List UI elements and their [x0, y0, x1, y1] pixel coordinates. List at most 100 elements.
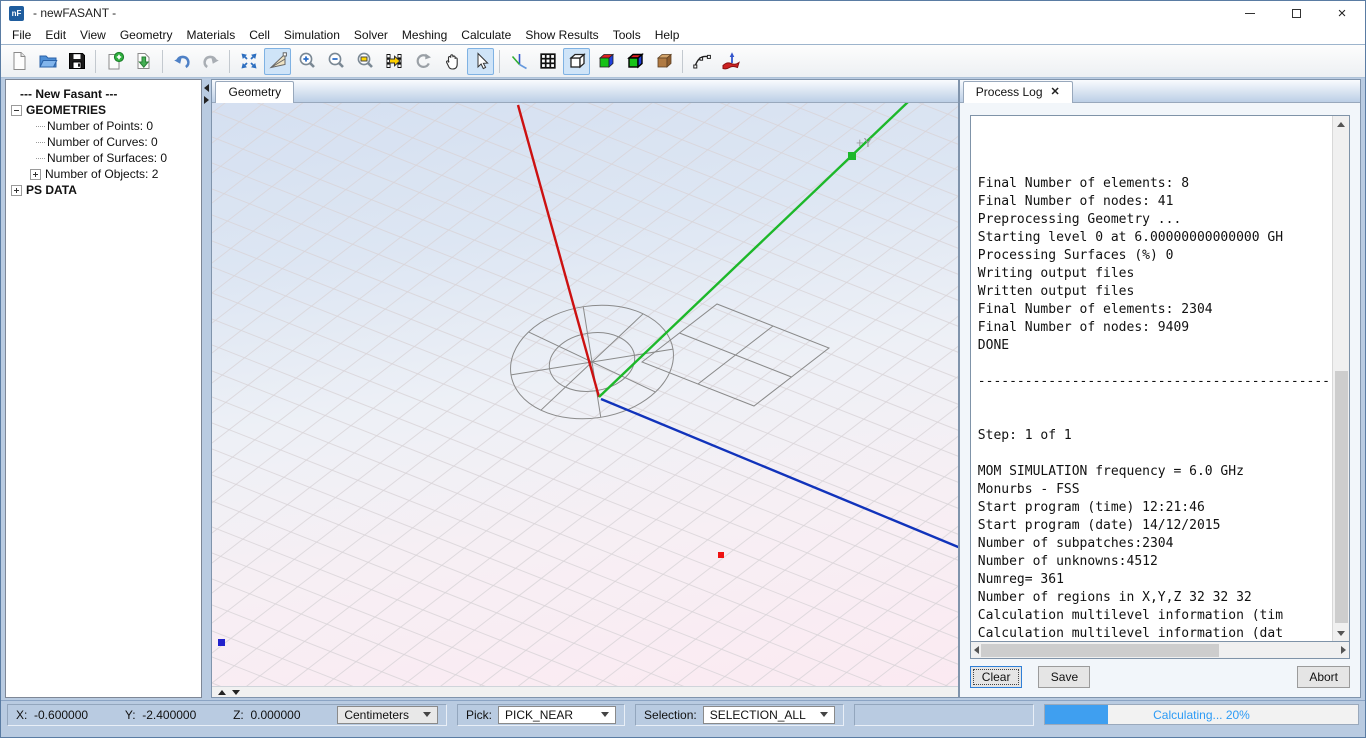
- new-file-button[interactable]: [5, 48, 32, 75]
- z-axis-line: [601, 399, 957, 561]
- menu-item[interactable]: Materials: [180, 26, 243, 44]
- select-tool-button[interactable]: [467, 48, 494, 75]
- menu-item[interactable]: Help: [648, 26, 687, 44]
- pick-dropdown[interactable]: PICK_NEAR: [498, 706, 616, 724]
- maximize-button[interactable]: [1273, 1, 1319, 25]
- minimize-button[interactable]: [1227, 1, 1273, 25]
- scroll-right-icon[interactable]: [1341, 646, 1346, 654]
- fit-view-button[interactable]: [235, 48, 262, 75]
- vertical-scroll-thumb[interactable]: [1335, 371, 1348, 623]
- x-axis-line: [518, 105, 599, 397]
- grid-icon: [538, 51, 558, 71]
- wireframe-view-button[interactable]: [563, 48, 590, 75]
- rotate-view-button[interactable]: [409, 48, 436, 75]
- units-dropdown[interactable]: Centimeters: [337, 706, 438, 724]
- viewport-3d[interactable]: +Y: [212, 103, 957, 686]
- tree-objects-label: Number of Objects: 2: [45, 167, 158, 181]
- panel-splitter[interactable]: [202, 79, 212, 698]
- menu-item[interactable]: Cell: [242, 26, 277, 44]
- expand-icon[interactable]: [30, 169, 41, 180]
- open-file-button[interactable]: [34, 48, 61, 75]
- menu-item[interactable]: Calculate: [454, 26, 518, 44]
- menu-item[interactable]: Geometry: [113, 26, 180, 44]
- mesh-view-button[interactable]: [380, 48, 407, 75]
- log-line: Calculation multilevel information (dat: [978, 625, 1330, 641]
- y-axis-label: +Y: [856, 135, 873, 150]
- tree-root-label: --- New Fasant ---: [20, 87, 117, 101]
- tree-psdata-label: PS DATA: [26, 183, 77, 197]
- y-coordinate: Y: -2.400000: [125, 708, 196, 722]
- tree-node-psdata[interactable]: PS DATA: [6, 182, 201, 198]
- solid-edges-view-button[interactable]: [621, 48, 648, 75]
- close-button[interactable]: ×: [1319, 1, 1365, 25]
- collapse-up-icon[interactable]: [218, 690, 226, 695]
- horizontal-scroll-thumb[interactable]: [981, 644, 1219, 657]
- log-line: Preprocessing Geometry ...: [978, 211, 1330, 229]
- selection-dropdown[interactable]: SELECTION_ALL: [703, 706, 835, 724]
- zoom-in-button[interactable]: [293, 48, 320, 75]
- collapse-left-icon[interactable]: [204, 84, 209, 92]
- zoom-out-button[interactable]: [322, 48, 349, 75]
- collapse-right-icon[interactable]: [204, 96, 209, 104]
- log-box: Final Number of elements: 8Final Number …: [970, 115, 1350, 642]
- menu-item[interactable]: Meshing: [395, 26, 454, 44]
- menu-item[interactable]: Tools: [606, 26, 648, 44]
- menu-item[interactable]: File: [5, 26, 38, 44]
- textured-view-button[interactable]: [650, 48, 677, 75]
- axes-view-button[interactable]: [505, 48, 532, 75]
- tab-process-log[interactable]: Process Log ✕: [963, 81, 1073, 103]
- import-file-button[interactable]: [130, 48, 157, 75]
- log-line: Monurbs - FSS: [978, 481, 1330, 499]
- scroll-up-icon[interactable]: [1333, 116, 1349, 132]
- blue-point[interactable]: [218, 639, 225, 646]
- scroll-left-icon[interactable]: [974, 646, 979, 654]
- log-buttons-row: Clear Save Abort: [960, 659, 1360, 697]
- solid-view-button[interactable]: [592, 48, 619, 75]
- tree-root[interactable]: --- New Fasant ---: [6, 86, 201, 102]
- scroll-down-icon[interactable]: [1333, 625, 1349, 641]
- log-text[interactable]: Final Number of elements: 8Final Number …: [971, 116, 1332, 641]
- disc-mesh[interactable]: [503, 294, 683, 430]
- menu-item[interactable]: Edit: [38, 26, 73, 44]
- quad-mesh[interactable]: [642, 304, 829, 406]
- clear-button[interactable]: Clear: [970, 666, 1023, 688]
- curve-tool-button[interactable]: [688, 48, 715, 75]
- redo-button[interactable]: [197, 48, 224, 75]
- pick-panel: Pick: PICK_NEAR: [457, 704, 625, 726]
- log-line: Processing Surfaces (%) 0: [978, 247, 1330, 265]
- wireframe-cube-icon: [567, 51, 587, 71]
- abort-button[interactable]: Abort: [1297, 666, 1350, 688]
- pick-value: PICK_NEAR: [505, 708, 573, 722]
- tab-close-icon[interactable]: ✕: [1051, 87, 1060, 98]
- menu-item[interactable]: Show Results: [518, 26, 605, 44]
- tree-node-curves[interactable]: Number of Curves: 0: [6, 134, 201, 150]
- pan-view-button[interactable]: [438, 48, 465, 75]
- save-button[interactable]: Save: [1038, 666, 1090, 688]
- viewport-canvas[interactable]: +Y: [212, 103, 957, 686]
- collapse-down-icon[interactable]: [232, 690, 240, 695]
- menu-item[interactable]: Solver: [347, 26, 395, 44]
- add-geometry-button[interactable]: [101, 48, 128, 75]
- tab-geometry[interactable]: Geometry: [215, 81, 294, 103]
- undo-button[interactable]: [168, 48, 195, 75]
- surface-normals-button[interactable]: [717, 48, 744, 75]
- toolbar-separator: [95, 50, 96, 73]
- menu-item[interactable]: View: [73, 26, 113, 44]
- menu-item[interactable]: Simulation: [277, 26, 347, 44]
- y-axis-handle[interactable]: [848, 152, 856, 160]
- tree-node-points[interactable]: Number of Points: 0: [6, 118, 201, 134]
- zoom-window-button[interactable]: [351, 48, 378, 75]
- grid-view-button[interactable]: [534, 48, 561, 75]
- save-file-button[interactable]: [63, 48, 90, 75]
- tree-node-surfaces[interactable]: Number of Surfaces: 0: [6, 150, 201, 166]
- expand-icon[interactable]: [11, 185, 22, 196]
- chevron-down-icon: [423, 712, 431, 717]
- perspective-view-button[interactable]: [264, 48, 291, 75]
- log-horizontal-scrollbar[interactable]: [970, 642, 1350, 659]
- collapse-icon[interactable]: [11, 105, 22, 116]
- redo-icon: [201, 51, 221, 71]
- red-point[interactable]: [718, 552, 724, 558]
- log-vertical-scrollbar[interactable]: [1332, 116, 1349, 641]
- tree-node-objects[interactable]: Number of Objects: 2: [6, 166, 201, 182]
- tree-node-geometries[interactable]: GEOMETRIES: [6, 102, 201, 118]
